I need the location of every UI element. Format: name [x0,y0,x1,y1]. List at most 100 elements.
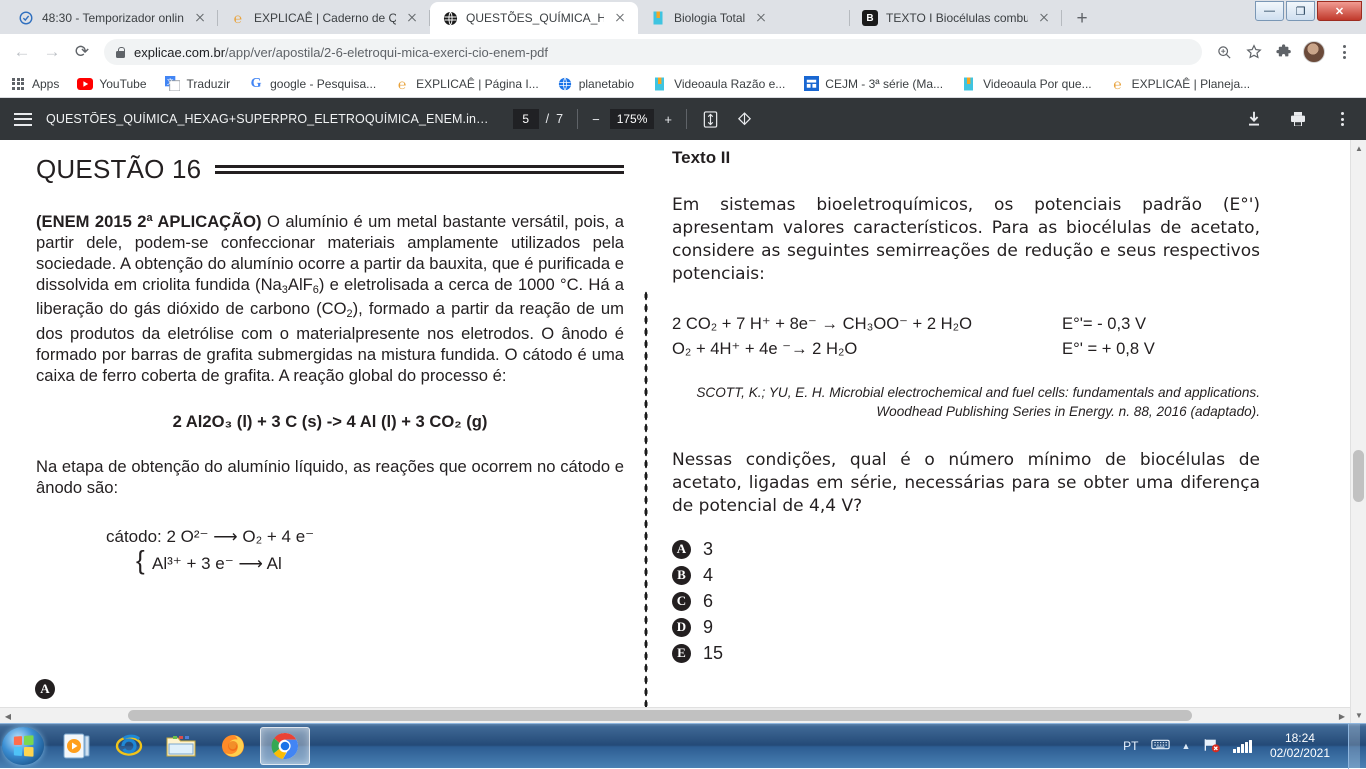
taskbar-item-internet-explorer[interactable] [104,727,154,765]
start-button[interactable] [2,727,44,765]
horizontal-scrollbar[interactable]: ◀ ▶ [0,707,1350,723]
scroll-down-icon[interactable]: ▼ [1351,707,1366,723]
document-right-column: Texto II Em sistemas bioeletroquímicos, … [672,140,1260,669]
zoom-in-button[interactable]: + [664,112,672,127]
zoom-level[interactable]: 175% [609,109,655,129]
youtube-icon [77,76,94,92]
bookmark-label: google - Pesquisa... [270,76,377,91]
taskbar-item-media-player[interactable] [52,727,102,765]
minimize-button[interactable]: — [1255,1,1284,21]
zoom-magnifier-icon[interactable] [1210,38,1238,66]
back-icon[interactable]: ← [8,38,36,66]
alternative-a[interactable]: A 3 [672,539,1260,560]
document-left-column: QUESTÃO 16 (ENEM 2015 2ª APLICAÇÃO) O al… [35,154,624,699]
book-icon [652,76,668,92]
alternative-d[interactable]: D 9 [672,617,1260,638]
electrode-equations: cátodo: 2 O²⁻ ⟶ O₂ + 4 e⁻ { Al³⁺ + 3 e⁻ … [36,524,624,577]
volume-bars-icon[interactable] [1233,739,1252,753]
alternative-e[interactable]: E 15 [672,643,1260,664]
alt-text: 3 [703,538,714,559]
bookmark-label: YouTube [99,76,147,91]
bookmark-explicae-pagina[interactable]: ℮ EXPLICAÊ | Página I... [394,76,539,92]
bookmark-google[interactable]: G google - Pesquisa... [248,76,377,92]
pdf-page-viewer[interactable]: QUESTÃO 16 (ENEM 2015 2ª APLICAÇÃO) O al… [0,140,1366,723]
taskbar-item-firefox[interactable] [208,727,258,765]
reload-icon[interactable]: ⟳ [68,38,96,66]
total-pages: 7 [556,112,564,126]
system-tray: PT ▲ 18:24 02/02/2021 [1123,723,1366,769]
scroll-left-icon[interactable]: ◀ [0,708,16,723]
url-path: /app/ver/apostila/2-6-eletroqui-mica-exe… [225,44,549,60]
chrome-browser-window: 48:30 - Temporizador online (tim ℮ EXPLI… [0,0,1366,723]
bookmark-planetabio[interactable]: planetabio [557,76,634,92]
horizontal-scroll-thumb[interactable] [128,710,1192,721]
classroom-icon [803,76,819,92]
browser-tab-3[interactable]: Biologia Total [638,2,850,34]
anode-equation-row: { Al³⁺ + 3 e⁻ ⟶ Al [136,544,282,575]
bookmark-youtube[interactable]: YouTube [77,76,147,92]
address-bar[interactable]: explicae.com.br/app/ver/apostila/2-6-ele… [104,39,1202,65]
kebab-menu-icon[interactable] [1332,109,1352,129]
close-window-button[interactable]: ✕ [1317,1,1362,21]
clock[interactable]: 18:24 02/02/2021 [1264,731,1336,761]
bookmark-videoaula-razao[interactable]: Videoaula Razão e... [652,76,785,92]
download-icon[interactable] [1244,109,1264,129]
anode-equation: Al³⁺ + 3 e⁻ ⟶ Al [152,553,282,573]
scroll-right-icon[interactable]: ▶ [1334,708,1350,723]
avatar[interactable] [1303,41,1325,63]
vertical-scrollbar[interactable]: ▲ ▼ [1350,140,1366,723]
forward-icon[interactable]: → [38,38,66,66]
bookmark-videoaula-porque[interactable]: Videoaula Por que... [961,76,1092,92]
half-reaction-row: 2 CO₂ + 7 H⁺ + 8e⁻ → CH₃OO⁻ + 2 H₂O E°'=… [672,312,1260,337]
alternative-b[interactable]: B 4 [672,565,1260,586]
explicae-icon: ℮ [1113,75,1122,92]
current-page-input[interactable]: 5 [512,109,539,129]
alt-bullet: B [672,565,691,585]
bookmark-label: Videoaula Por que... [983,76,1092,91]
browser-tab-2[interactable]: QUESTÕES_QUÍMICA_HEXAG+S [430,2,638,34]
print-icon[interactable] [1288,109,1308,129]
keyboard-icon[interactable] [1150,738,1170,754]
close-icon[interactable] [404,10,420,26]
close-icon[interactable] [753,10,769,26]
show-desktop-button[interactable] [1348,723,1360,769]
close-icon[interactable] [612,10,628,26]
b-icon: B [862,10,878,26]
url-host: explicae.com.br [134,44,226,60]
page-title: QUESTÃO 16 [36,154,202,184]
taskbar-item-windows-explorer[interactable] [156,727,206,765]
zoom-out-button[interactable]: − [592,112,600,127]
browser-tab-1[interactable]: ℮ EXPLICAÊ | Caderno de Química [218,2,430,34]
bookmark-cejm[interactable]: CEJM - 3ª série (Ma... [803,76,943,92]
browser-tab-4[interactable]: B TEXTO I Biocélulas combustíveis [850,2,1062,34]
pdf-toolbar-right [1244,109,1352,129]
cathode-equation: cátodo: 2 O²⁻ ⟶ O₂ + 4 e⁻ [106,527,315,547]
close-icon[interactable] [1036,10,1052,26]
alt-bullet-partial: A [35,679,55,699]
alternative-c[interactable]: C 6 [672,591,1260,612]
rotate-icon[interactable] [735,109,755,129]
hamburger-menu-icon[interactable] [14,112,32,126]
svg-text:文: 文 [167,77,174,86]
puzzle-icon[interactable] [1270,38,1298,66]
tab-title: Biologia Total [674,11,746,25]
toolbar-divider [577,109,579,129]
fit-page-icon[interactable] [701,109,721,129]
close-icon[interactable] [192,10,208,26]
vertical-scroll-thumb[interactable] [1353,450,1364,502]
kebab-menu-icon[interactable] [1330,38,1358,66]
new-tab-button[interactable]: + [1068,4,1096,32]
browser-tab-0[interactable]: 48:30 - Temporizador online (tim [6,2,218,34]
bookmark-label: CEJM - 3ª série (Ma... [825,76,944,91]
language-indicator[interactable]: PT [1123,739,1138,753]
star-icon[interactable] [1240,38,1268,66]
taskbar-item-google-chrome[interactable] [260,727,310,765]
bookmark-apps[interactable]: Apps [10,76,59,92]
scroll-up-icon[interactable]: ▲ [1351,140,1366,156]
network-error-icon[interactable] [1202,737,1221,756]
alt-text: 4 [703,564,714,585]
bookmark-explicae-planeja[interactable]: ℮ EXPLICAÊ | Planeja... [1110,75,1250,92]
chevron-up-icon[interactable]: ▲ [1182,741,1191,751]
maximize-button[interactable]: ❐ [1286,1,1315,21]
bookmark-traduzir[interactable]: 文 Traduzir [165,76,230,92]
